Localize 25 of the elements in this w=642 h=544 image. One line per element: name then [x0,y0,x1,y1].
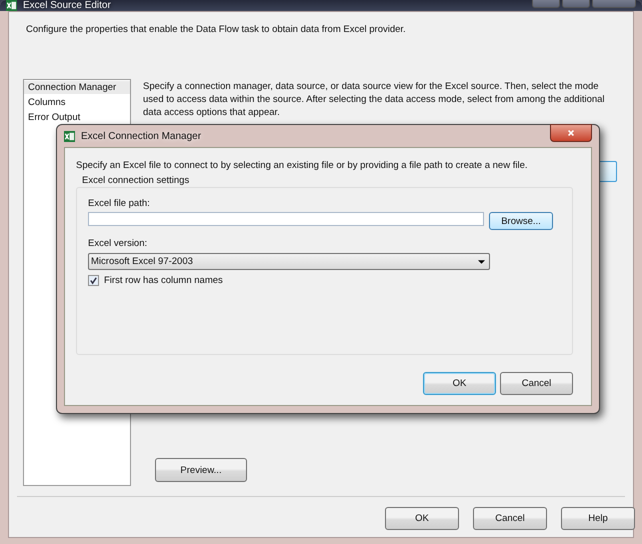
checkbox-label: First row has column names [104,275,223,286]
dialog-title: Excel Connection Manager [81,130,202,142]
page-list-item[interactable]: Columns [24,96,130,109]
version-dropdown[interactable]: Microsoft Excel 97-2003 [88,253,490,270]
page-list-item[interactable]: Error Output [24,111,130,124]
cancel-button[interactable]: Cancel [473,507,547,530]
window-title: Excel Source Editor [23,0,111,11]
header-text: Configure the properties that enable the Data Flow task to obtain data from Excel provider. [25,23,407,37]
ok-button[interactable]: OK [385,507,459,530]
page-list-item[interactable]: Connection Manager [24,81,130,94]
browse-button[interactable]: Browse... [489,212,553,230]
field-label: Excel file path: [88,197,150,211]
checkbox[interactable] [88,275,99,286]
cancel-button[interactable]: Cancel [500,372,573,395]
group-label: Excel connection settings [82,174,190,187]
preview-button[interactable]: Preview... [155,458,247,482]
description-text: Specify a connection manager, data source, or data source view for the Excel source. Then, select the mode used to access data within the source. After selecting the data access mode, select from among the additional data access options that appear. [143,80,606,119]
close-icon [567,129,575,137]
help-button[interactable]: Help [561,507,635,530]
caret-icon [478,260,485,264]
ok-button[interactable]: OK [423,372,496,395]
field-label: Excel version: [88,237,148,251]
spreadsheet-icon [64,130,75,142]
file-path-field[interactable] [88,212,484,226]
instruction-text: Specify an Excel file to connect to by selecting an existing file or by providing a file path to create a new file. [76,159,528,172]
